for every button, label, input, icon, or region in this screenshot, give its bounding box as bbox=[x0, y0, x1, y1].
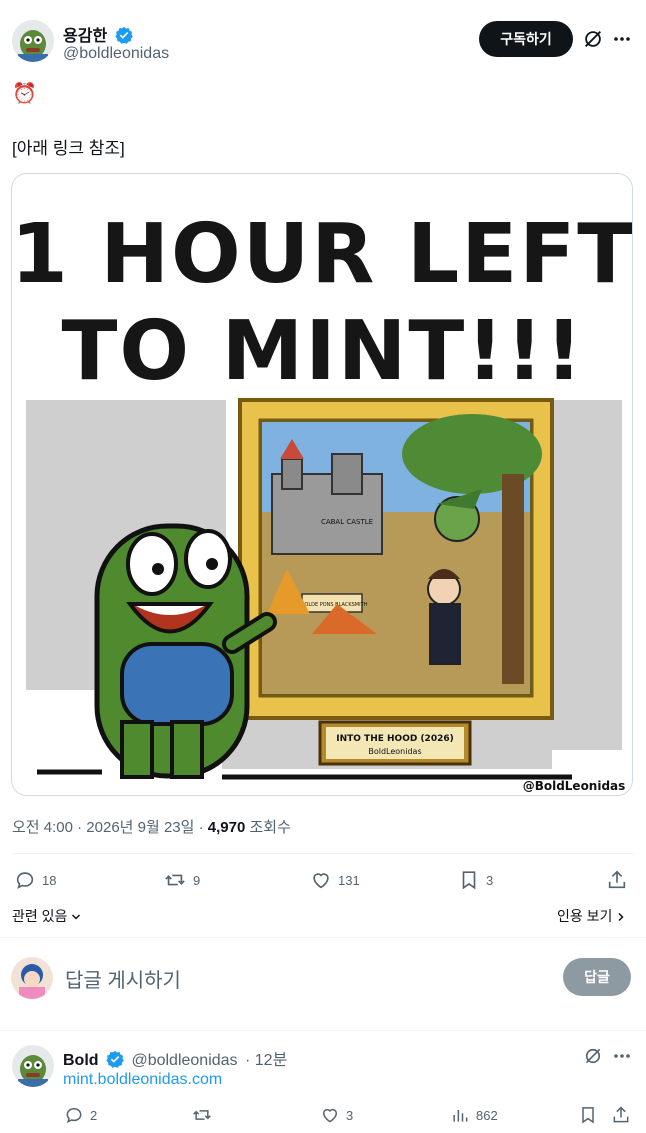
analytics-icon bbox=[453, 1110, 468, 1122]
reply-like-count: 3 bbox=[346, 1107, 354, 1123]
reply-reply-action[interactable]: 2 bbox=[64, 1105, 97, 1125]
verified-badge-icon bbox=[114, 26, 133, 44]
reply-count: 18 bbox=[42, 872, 57, 888]
repost-icon bbox=[165, 874, 185, 886]
reply-submit-button[interactable]: 답글 bbox=[563, 958, 631, 996]
views-label: 조회수 bbox=[245, 819, 291, 836]
reply-link[interactable]: mint.boldleonidas.com bbox=[63, 1071, 222, 1089]
bookmark-count: 3 bbox=[486, 872, 494, 888]
reply-icon bbox=[66, 1107, 82, 1124]
heart-icon bbox=[313, 873, 329, 889]
bookmark-action[interactable]: 3 bbox=[458, 869, 493, 891]
view-quotes-link[interactable]: 인용 보기 bbox=[557, 906, 626, 926]
divider bbox=[0, 1030, 646, 1031]
like-action[interactable]: 131 bbox=[310, 869, 360, 891]
castle-sign-text: CABAL CASTLE bbox=[321, 518, 373, 526]
reply-like-action[interactable]: 3 bbox=[320, 1105, 353, 1125]
reply-author-avatar[interactable] bbox=[12, 1045, 54, 1087]
reply-reply-count: 2 bbox=[90, 1107, 98, 1123]
image-watermark: @BoldLeonidas bbox=[523, 779, 626, 793]
author-handle[interactable]: @boldleonidas bbox=[63, 45, 169, 63]
reply-views-count: 862 bbox=[476, 1107, 498, 1123]
views-count: 4,970 bbox=[207, 819, 246, 836]
reply-author-name[interactable]: Bold bbox=[63, 1052, 99, 1069]
repost-action[interactable]: 9 bbox=[163, 869, 200, 891]
grok-icon[interactable] bbox=[583, 1046, 603, 1071]
post-body-text: [아래 링크 참조] bbox=[12, 139, 125, 158]
author-avatar[interactable] bbox=[12, 20, 54, 62]
share-icon bbox=[613, 1106, 629, 1123]
heart-icon bbox=[323, 1108, 337, 1123]
reply-icon bbox=[16, 872, 34, 889]
bookmark-icon bbox=[462, 871, 476, 890]
grok-icon[interactable] bbox=[582, 28, 604, 55]
reply-input[interactable]: 답글 게시하기 bbox=[65, 964, 181, 993]
verified-badge-icon bbox=[106, 1050, 124, 1068]
subscribe-button[interactable]: 구독하기 bbox=[479, 21, 573, 57]
chevron-right-icon bbox=[618, 912, 624, 922]
post-image[interactable]: 1 HOUR LEFT TO MINT!!! CABAL CASTLE YE O… bbox=[11, 173, 633, 796]
related-link[interactable]: 관련 있음 bbox=[12, 906, 81, 926]
reply-share-action[interactable] bbox=[611, 1105, 637, 1125]
plaque-line-1: INTO THE HOOD (2026) bbox=[336, 734, 453, 744]
like-count: 131 bbox=[338, 872, 360, 888]
related-label: 관련 있음 bbox=[12, 908, 68, 924]
more-options-icon[interactable] bbox=[612, 1046, 632, 1071]
reply-bookmark-action[interactable] bbox=[578, 1105, 604, 1125]
chevron-down-icon bbox=[72, 914, 81, 920]
alarm-clock-emoji: ⏰ bbox=[12, 83, 37, 105]
bookmark-icon bbox=[582, 1107, 594, 1124]
share-action[interactable] bbox=[606, 869, 634, 891]
author-name[interactable]: 용감한 bbox=[63, 28, 107, 45]
headline-line-2: TO MINT!!! bbox=[61, 304, 584, 399]
share-icon bbox=[608, 870, 626, 889]
more-options-icon[interactable] bbox=[612, 29, 632, 54]
post-timestamp[interactable]: 오전 4:00 · 2026년 9월 23일 · bbox=[12, 819, 208, 836]
reply-views-action[interactable]: 862 bbox=[450, 1105, 498, 1125]
divider bbox=[12, 853, 634, 854]
reply-repost-action[interactable] bbox=[191, 1105, 219, 1125]
headline-line-1: 1 HOUR LEFT bbox=[12, 207, 633, 302]
post-meta: 오전 4:00 · 2026년 9월 23일 · 4,970 조회수 bbox=[12, 816, 291, 837]
reply-time[interactable]: · 12분 bbox=[245, 1052, 287, 1069]
divider bbox=[0, 937, 646, 938]
current-user-avatar[interactable] bbox=[11, 957, 53, 999]
quotes-label: 인용 보기 bbox=[557, 908, 613, 924]
repost-icon bbox=[193, 1110, 211, 1120]
repost-count: 9 bbox=[193, 872, 201, 888]
reply-author-handle[interactable]: @boldleonidas bbox=[131, 1052, 237, 1069]
plaque-line-2: BoldLeonidas bbox=[368, 747, 421, 756]
reply-action[interactable]: 18 bbox=[14, 869, 56, 891]
